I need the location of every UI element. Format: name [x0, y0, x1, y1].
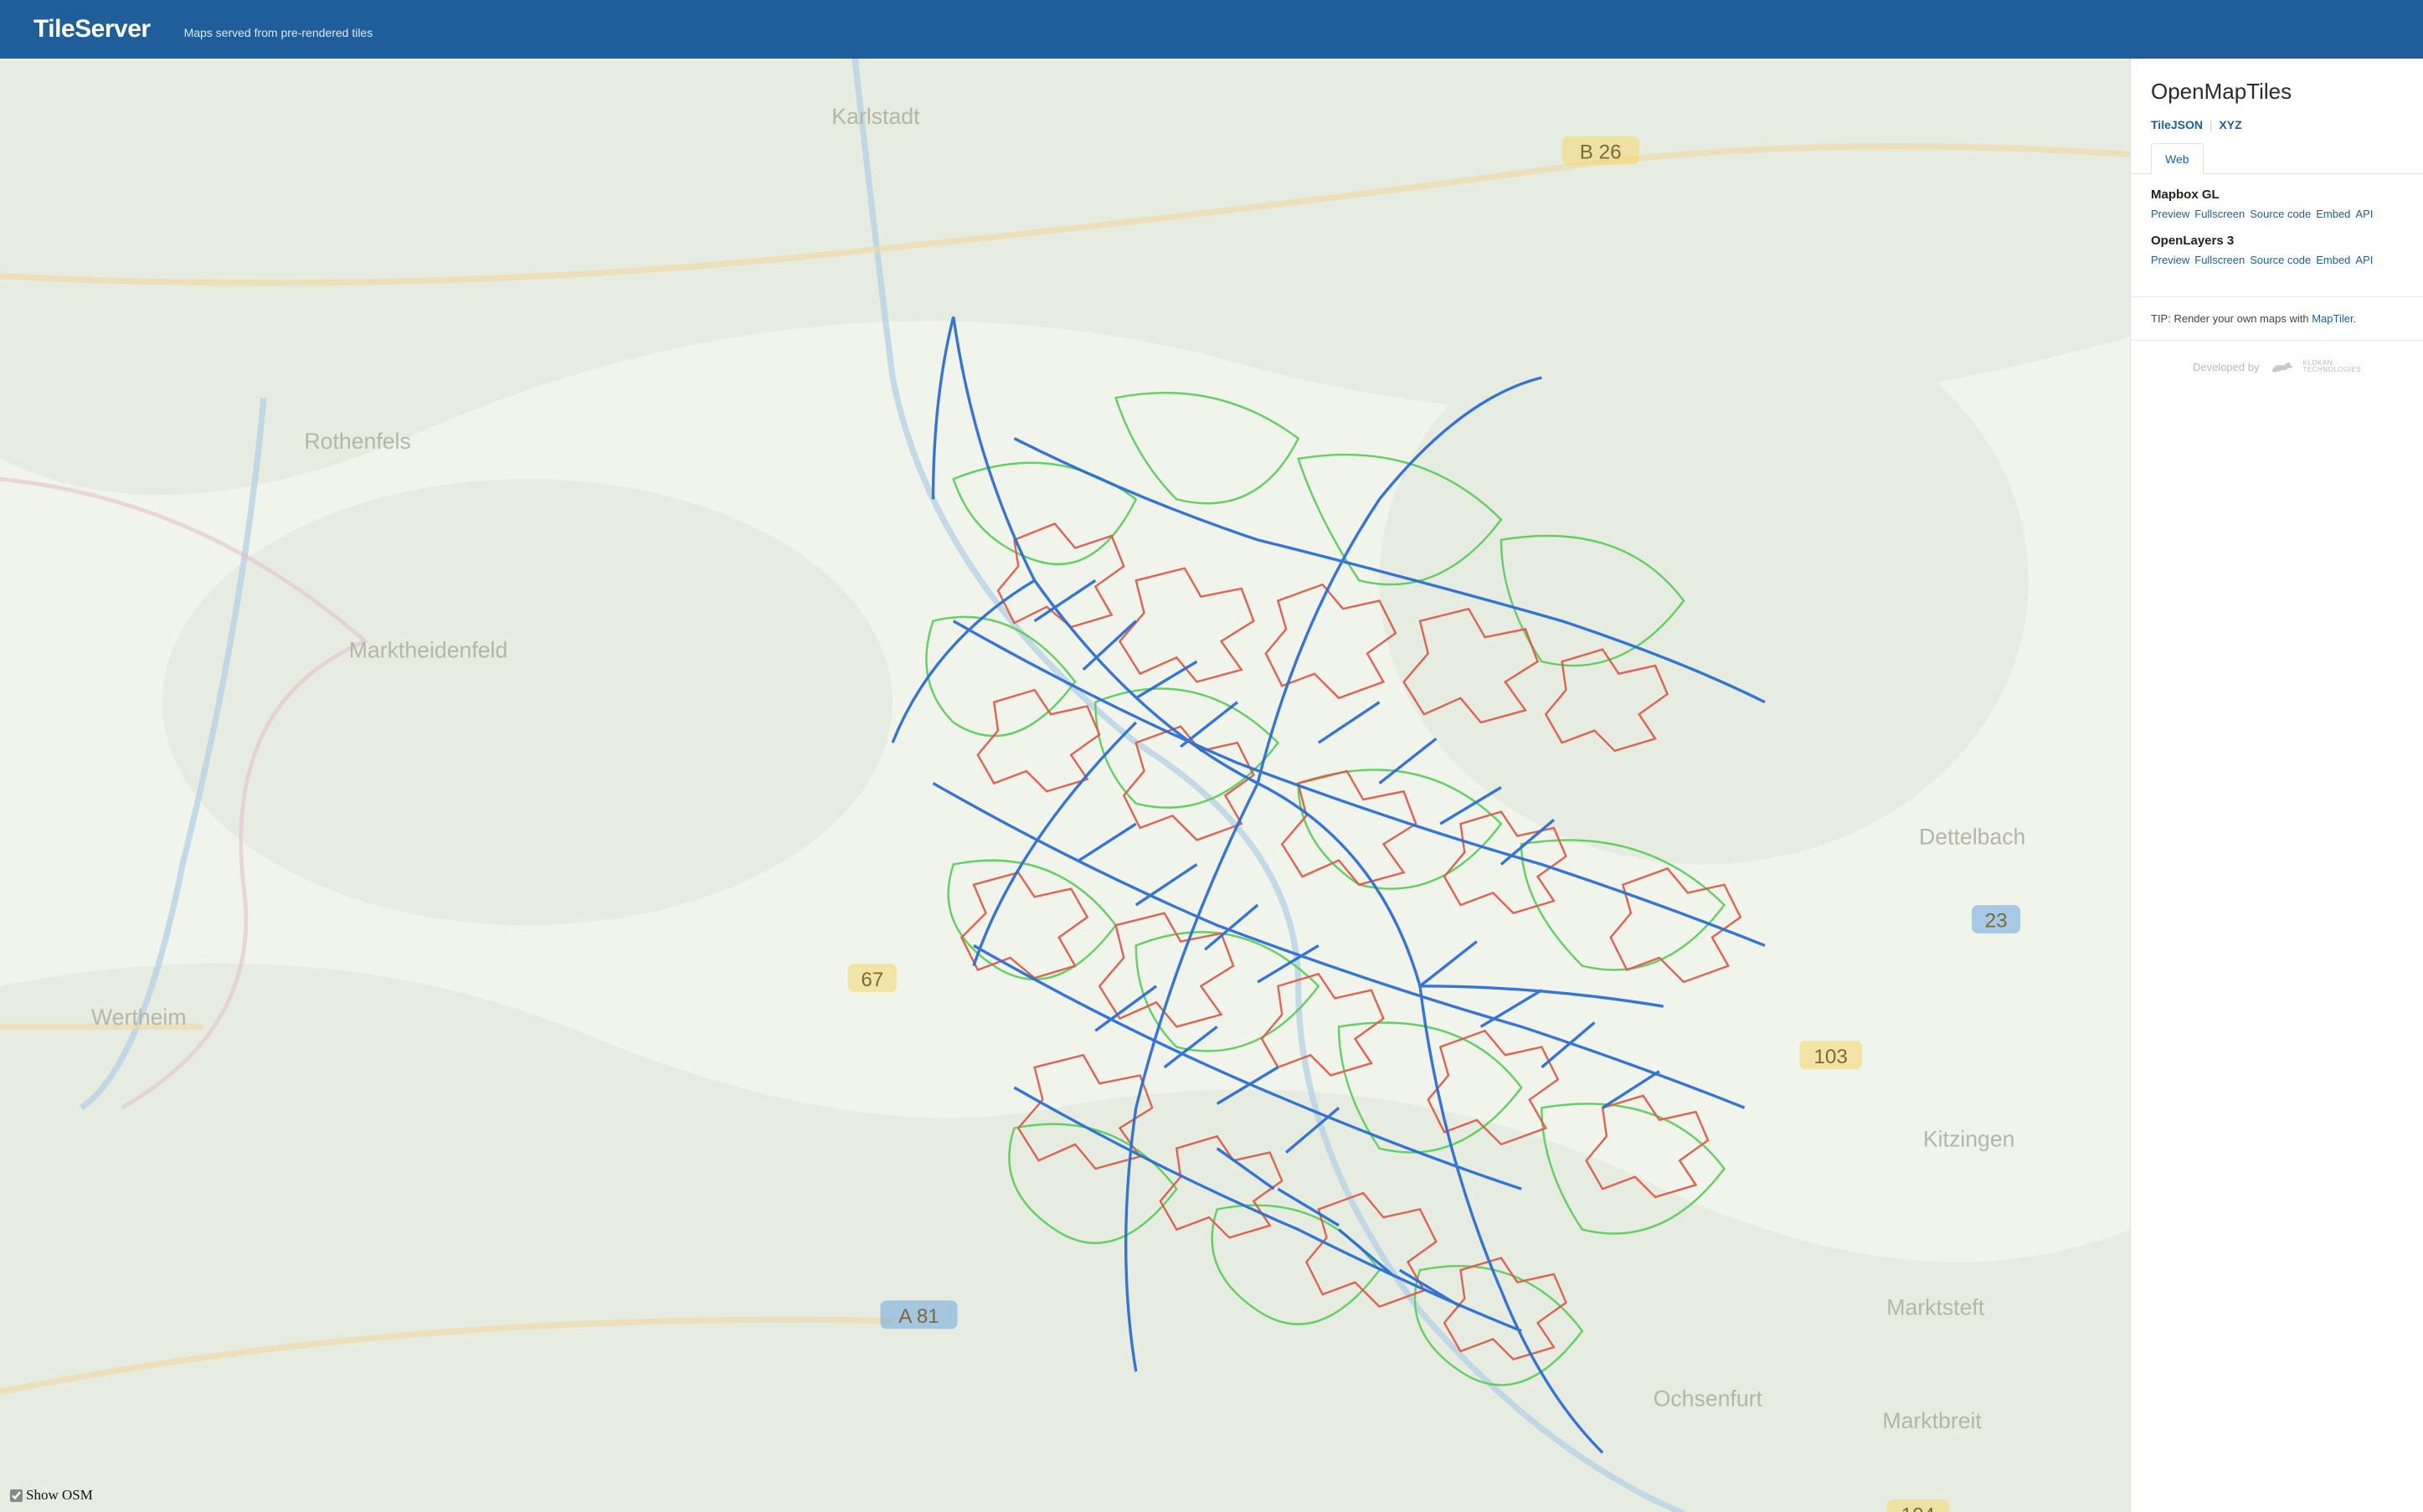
app-header: TileServer Maps served from pre-rendered…: [0, 0, 2423, 59]
map-place-label: Kitzingen: [1923, 1126, 2015, 1151]
renderer-block: OpenLayers 3 Preview Fullscreen Source code…: [2151, 234, 2403, 266]
app-tagline: Maps served from pre-rendered tiles: [184, 26, 373, 39]
svg-text:67: 67: [861, 969, 883, 991]
map-place-label: Karlstadt: [831, 104, 920, 129]
map-place-label: Marktsteft: [1886, 1294, 1985, 1319]
map-place-label: Dettelbach: [1919, 824, 2025, 849]
tabs-bar: Web: [2131, 143, 2423, 174]
tab-web[interactable]: Web: [2151, 143, 2204, 174]
tileset-title: OpenMapTiles: [2151, 79, 2403, 105]
map-place-label: Ochsenfurt: [1654, 1386, 1763, 1411]
renderer-link-api[interactable]: API: [2355, 208, 2373, 220]
renderer-link-fullscreen[interactable]: Fullscreen: [2194, 254, 2245, 266]
renderer-link-source-code[interactable]: Source code: [2250, 254, 2311, 266]
tip-suffix: .: [2354, 312, 2357, 325]
svg-text:A 81: A 81: [898, 1305, 939, 1328]
renderer-link-api[interactable]: API: [2355, 254, 2373, 266]
renderer-link-preview[interactable]: Preview: [2151, 208, 2189, 220]
tilejson-links: TileJSON | XYZ: [2151, 118, 2403, 131]
renderer-link-source-code[interactable]: Source code: [2250, 208, 2311, 220]
map-place-label: Wertheim: [91, 1005, 187, 1030]
link-separator: |: [2210, 118, 2213, 131]
svg-text:B 26: B 26: [1580, 141, 1622, 163]
renderer-link-embed[interactable]: Embed: [2316, 208, 2350, 220]
renderer-name: OpenLayers 3: [2151, 234, 2403, 248]
tip-prefix: TIP: Render your own maps with: [2151, 312, 2312, 325]
svg-text:23: 23: [1985, 910, 2008, 933]
klokan-logo: KLOKANTECHNOLOGIES: [2269, 359, 2361, 374]
renderer-name: Mapbox GL: [2151, 188, 2403, 202]
tilejson-link[interactable]: TileJSON: [2151, 118, 2203, 131]
renderer-links: Preview Fullscreen Source code Embed API: [2151, 207, 2403, 220]
map-place-label: Marktheidenfeld: [349, 637, 508, 662]
map-place-label: Marktbreit: [1882, 1408, 1982, 1433]
show-osm-checkbox[interactable]: [10, 1489, 23, 1502]
kangaroo-icon: [2269, 359, 2297, 374]
developed-by: Developed by KLOKANTECHNOLOGIES: [2131, 341, 2423, 393]
map-canvas[interactable]: ArnsteinKarlstadtRothenfelsMarktheidenfe…: [0, 59, 2130, 1512]
renderer-link-preview[interactable]: Preview: [2151, 254, 2189, 266]
app-brand: TileServer: [33, 15, 151, 44]
renderer-link-embed[interactable]: Embed: [2316, 254, 2350, 266]
road-badge: B 26: [1562, 136, 1639, 165]
side-panel: OpenMapTiles TileJSON | XYZ Web Mapbox G…: [2130, 59, 2423, 1512]
road-badge: A 81: [881, 1300, 958, 1329]
show-osm-label: Show OSM: [26, 1487, 93, 1504]
dev-prefix: Developed by: [2193, 361, 2260, 373]
svg-text:104: 104: [1901, 1504, 1935, 1512]
svg-text:103: 103: [1813, 1046, 1847, 1068]
renderer-link-fullscreen[interactable]: Fullscreen: [2194, 208, 2245, 220]
road-badge: 103: [1799, 1041, 1862, 1069]
map-pane[interactable]: ArnsteinKarlstadtRothenfelsMarktheidenfe…: [0, 59, 2130, 1512]
renderer-links: Preview Fullscreen Source code Embed API: [2151, 253, 2403, 266]
renderers-section: Mapbox GL Preview Fullscreen Source code Emb…: [2131, 174, 2423, 297]
show-osm-toggle[interactable]: Show OSM: [10, 1487, 93, 1504]
maptiler-link[interactable]: MapTiler: [2312, 312, 2353, 325]
map-place-label: Rothenfels: [304, 429, 410, 454]
main-layout: ArnsteinKarlstadtRothenfelsMarktheidenfe…: [0, 59, 2423, 1512]
tip-row: TIP: Render your own maps with MapTiler.: [2131, 297, 2423, 341]
dev-brand2: TECHNOLOGIES: [2302, 366, 2361, 373]
road-badge: 67: [848, 964, 897, 992]
xyz-link[interactable]: XYZ: [2219, 118, 2241, 131]
renderer-block: Mapbox GL Preview Fullscreen Source code Emb…: [2151, 188, 2403, 220]
road-badge: 23: [1972, 905, 2020, 933]
